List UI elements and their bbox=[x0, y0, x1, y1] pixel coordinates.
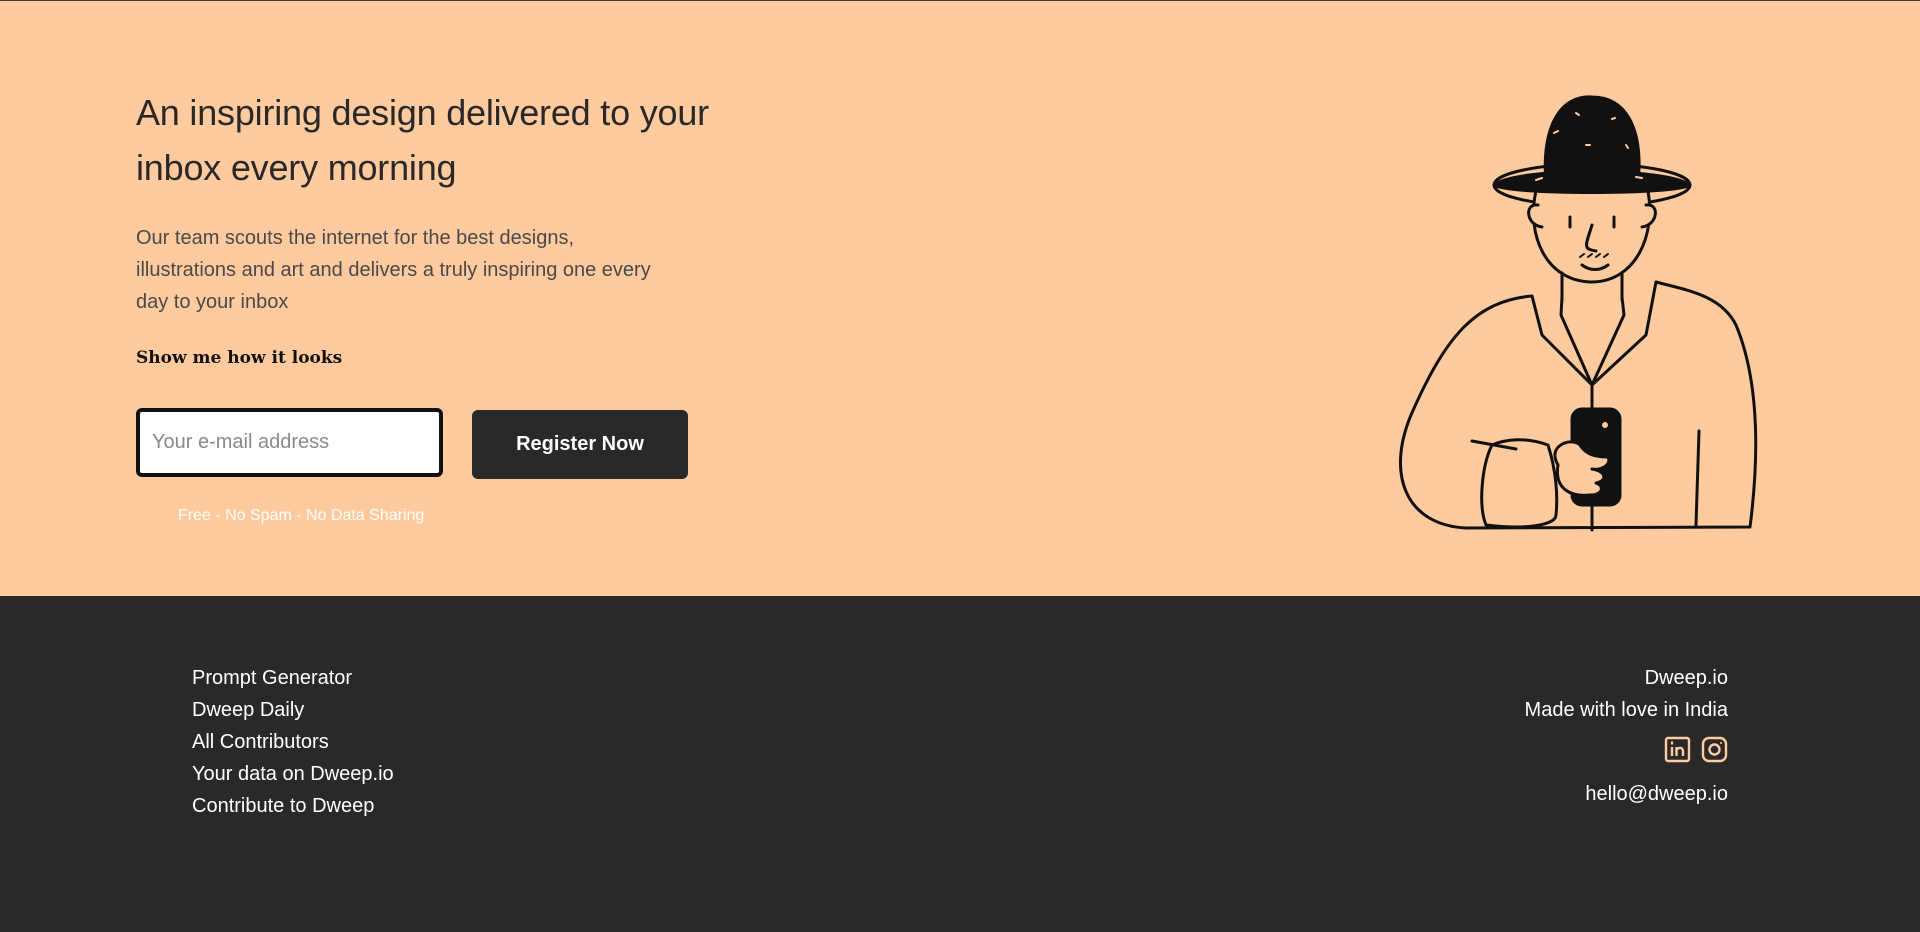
newsletter-hero: An inspiring design delivered to your in… bbox=[0, 1, 1920, 596]
fine-print: Free - No Spam - No Data Sharing bbox=[178, 507, 425, 524]
footer-email-link[interactable]: hello@dweep.io bbox=[1525, 778, 1728, 810]
footer-brand-block: Dweep.io Made with love in India hello@d… bbox=[1525, 662, 1728, 810]
footer-link-prompt-generator[interactable]: Prompt Generator bbox=[192, 667, 352, 689]
instagram-icon[interactable] bbox=[1701, 736, 1728, 763]
footer-link-all-contributors[interactable]: All Contributors bbox=[192, 731, 329, 753]
register-button[interactable]: Register Now bbox=[472, 410, 688, 479]
email-input[interactable] bbox=[136, 408, 443, 477]
footer-link-list: Prompt Generator Dweep Daily All Contrib… bbox=[192, 662, 394, 822]
social-links bbox=[1525, 736, 1728, 763]
man-with-phone-illustration bbox=[1398, 95, 1758, 532]
footer-link-contribute[interactable]: Contribute to Dweep bbox=[192, 795, 374, 817]
footer-link-your-data[interactable]: Your data on Dweep.io bbox=[192, 763, 394, 785]
show-me-link[interactable]: Show me how it looks bbox=[136, 348, 342, 368]
footer-tagline: Made with love in India bbox=[1524, 699, 1728, 721]
linkedin-icon[interactable] bbox=[1664, 736, 1691, 763]
site-footer: Prompt Generator Dweep Daily All Contrib… bbox=[0, 596, 1920, 932]
footer-brand[interactable]: Dweep.io bbox=[1525, 662, 1728, 694]
hero-title: An inspiring design delivered to your in… bbox=[136, 92, 709, 188]
footer-link-dweep-daily[interactable]: Dweep Daily bbox=[192, 699, 304, 721]
hero-description: Our team scouts the internet for the bes… bbox=[136, 227, 651, 313]
